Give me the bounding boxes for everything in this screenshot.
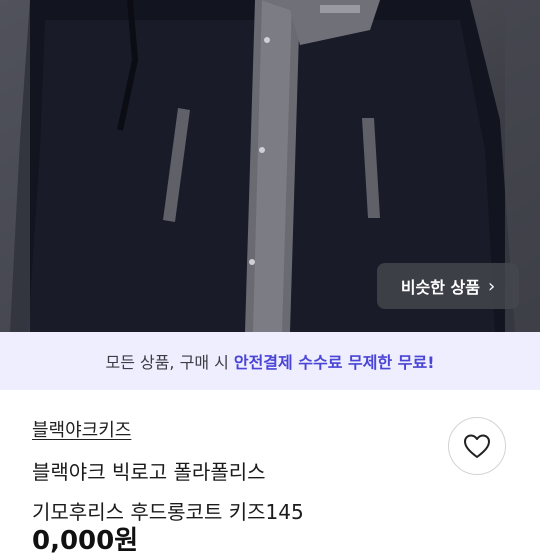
product-price: 0,000원: [32, 526, 139, 556]
product-image[interactable]: 비슷한 상품 ›: [0, 0, 540, 332]
safe-payment-banner[interactable]: 모든 상품, 구매 시 안전결제 수수료 무제한 무료!: [0, 332, 540, 390]
similar-products-label: 비슷한 상품: [400, 278, 480, 297]
product-title-line1: 블랙야크 빅로고 폴라폴리스: [32, 460, 266, 484]
similar-products-button[interactable]: 비슷한 상품 ›: [377, 263, 519, 309]
product-title: 블랙야크 빅로고 폴라폴리스 기모후리스 후드롱코트 키즈145: [32, 452, 452, 532]
banner-text: 모든 상품, 구매 시: [105, 353, 229, 372]
like-button[interactable]: [448, 417, 506, 475]
chevron-right-icon: ›: [487, 275, 496, 297]
banner-highlight: 안전결제 수수료 무제한 무료!: [233, 353, 435, 372]
heart-icon: [464, 434, 490, 458]
store-link[interactable]: 블랙야크키즈: [32, 416, 131, 442]
